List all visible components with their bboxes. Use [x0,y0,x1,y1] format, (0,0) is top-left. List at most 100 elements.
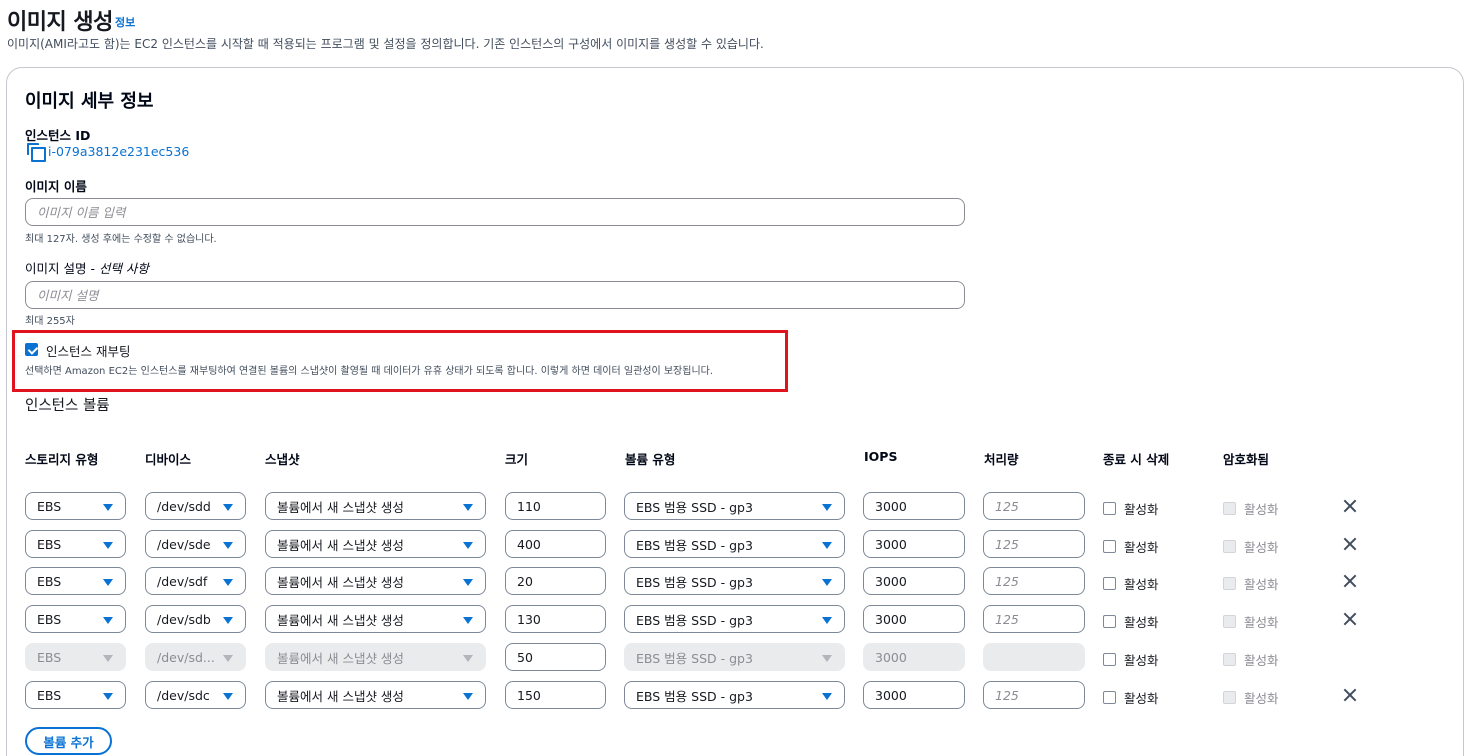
size-input[interactable]: 50 [505,643,606,671]
volume-type-select[interactable]: EBS 범용 SSD - gp3 [624,681,845,709]
throughput-input[interactable]: 125 [983,567,1085,595]
copy-icon[interactable] [27,143,46,162]
col-iops: IOPS [864,449,898,464]
throughput-input[interactable]: 125 [983,492,1085,520]
volume-type-select[interactable]: EBS 범용 SSD - gp3 [624,605,845,633]
col-delete-on-termination: 종료 시 삭제 [1103,452,1170,467]
encrypted-checkbox: 활성화 [1223,650,1279,669]
checkbox-box[interactable] [1103,691,1116,704]
iops-input[interactable]: 3000 [863,530,965,558]
encrypted-checkbox: 활성화 [1223,499,1279,518]
encrypted-checkbox: 활성화 [1223,688,1279,707]
iops-input[interactable]: 3000 [863,567,965,595]
throughput-input[interactable]: 125 [983,605,1085,633]
size-input[interactable]: 20 [505,567,606,595]
delete-on-termination-checkbox[interactable]: 활성화 [1103,574,1159,593]
image-name-input[interactable] [25,198,965,226]
col-throughput: 처리량 [984,452,1019,467]
checkbox-label[interactable]: 활성화 [1124,612,1159,631]
snapshot-select[interactable]: 볼륨에서 새 스냅샷 생성 [265,681,486,709]
checkbox-box [1223,615,1236,628]
checkbox-label: 활성화 [1244,502,1279,517]
col-snapshot: 스냅샷 [265,452,300,467]
image-desc-label: 이미지 설명 - 선택 사항 [25,258,149,277]
snapshot-select[interactable]: 볼륨에서 새 스냅샷 생성 [265,530,486,558]
instance-id-value[interactable]: i-079a3812e231ec536 [48,144,189,159]
checkbox-label[interactable]: 활성화 [1124,650,1159,669]
volume-type-select[interactable]: EBS 범용 SSD - gp3 [624,530,845,558]
encrypted-checkbox: 활성화 [1223,612,1279,631]
storage-type-select[interactable]: EBS [25,530,126,558]
storage-type-select[interactable]: EBS [25,492,126,520]
snapshot-select[interactable]: 볼륨에서 새 스냅샷 생성 [265,492,486,520]
image-desc-input[interactable] [25,281,965,309]
storage-type-select[interactable]: EBS [25,605,126,633]
checkbox-box [1223,540,1236,553]
image-name-label: 이미지 이름 [25,179,87,194]
remove-volume-icon[interactable] [1343,574,1357,588]
device-select[interactable]: /dev/sdc [145,681,246,709]
checkbox-box [1223,502,1236,515]
remove-volume-icon[interactable] [1343,688,1357,702]
size-input[interactable]: 150 [505,681,606,709]
snapshot-select[interactable]: 볼륨에서 새 스냅샷 생성 [265,605,486,633]
throughput-input[interactable]: 125 [983,530,1085,558]
size-input[interactable]: 400 [505,530,606,558]
instance-id-copy[interactable]: i-079a3812e231ec536 [27,143,189,162]
iops-input[interactable]: 3000 [863,681,965,709]
checkbox-box[interactable] [1103,502,1116,515]
volume-type-select[interactable]: EBS 범용 SSD - gp3 [624,567,845,595]
throughput-input[interactable]: 125 [983,681,1085,709]
info-link[interactable]: 정보 [115,14,135,30]
col-storage-type: 스토리지 유형 [25,452,99,467]
storage-type-select[interactable]: EBS [25,567,126,595]
checkbox-label[interactable]: 활성화 [1124,574,1159,593]
iops-input[interactable]: 3000 [863,605,965,633]
delete-on-termination-checkbox[interactable]: 활성화 [1103,650,1159,669]
remove-volume-icon[interactable] [1343,612,1357,626]
checkbox-label[interactable]: 활성화 [1124,537,1159,556]
optional-tag: 선택 사항 [98,261,149,276]
delete-on-termination-checkbox[interactable]: 활성화 [1103,499,1159,518]
snapshot-select[interactable]: 볼륨에서 새 스냅샷 생성 [265,567,486,595]
checkbox-label: 활성화 [1244,653,1279,668]
remove-volume-icon[interactable] [1343,499,1357,513]
checkbox-box [1223,691,1236,704]
device-select[interactable]: /dev/sdd [145,492,246,520]
add-volume-button[interactable]: 볼륨 추가 [25,727,112,755]
checkbox-label: 활성화 [1244,540,1279,555]
checkbox-box[interactable] [1103,615,1116,628]
storage-type-select[interactable]: EBS [25,681,126,709]
remove-volume-icon[interactable] [1343,537,1357,551]
image-name-hint: 최대 127자. 생성 후에는 수정할 수 없습니다. [25,234,217,245]
device-select: /dev/sd... [145,643,246,671]
snapshot-select: 볼륨에서 새 스냅샷 생성 [265,643,486,671]
checkbox-label[interactable]: 활성화 [1124,499,1159,518]
delete-on-termination-checkbox[interactable]: 활성화 [1103,537,1159,556]
size-input[interactable]: 130 [505,605,606,633]
device-select[interactable]: /dev/sde [145,530,246,558]
col-size: 크기 [505,452,529,467]
checkbox-box [1223,577,1236,590]
reboot-label[interactable]: 인스턴스 재부팅 [46,341,130,360]
checkbox-box[interactable] [1103,653,1116,666]
iops-input: 3000 [863,643,965,671]
col-volume-type: 볼륨 유형 [625,452,676,467]
throughput-input [983,643,1085,671]
delete-on-termination-checkbox[interactable]: 활성화 [1103,612,1159,631]
volume-type-select[interactable]: EBS 범용 SSD - gp3 [624,492,845,520]
col-encrypted: 암호화됨 [1223,452,1270,467]
checkbox-label[interactable]: 활성화 [1124,688,1159,707]
volumes-title: 인스턴스 볼륨 [25,398,110,414]
iops-input[interactable]: 3000 [863,492,965,520]
checkbox-label: 활성화 [1244,615,1279,630]
page-title: 이미지 생성 [7,10,113,35]
reboot-checkbox[interactable] [25,343,38,356]
device-select[interactable]: /dev/sdf [145,567,246,595]
checkbox-box[interactable] [1103,540,1116,553]
checkbox-box[interactable] [1103,577,1116,590]
delete-on-termination-checkbox[interactable]: 활성화 [1103,688,1159,707]
device-select[interactable]: /dev/sdb [145,605,246,633]
size-input[interactable]: 110 [505,492,606,520]
col-device: 디바이스 [145,452,192,467]
